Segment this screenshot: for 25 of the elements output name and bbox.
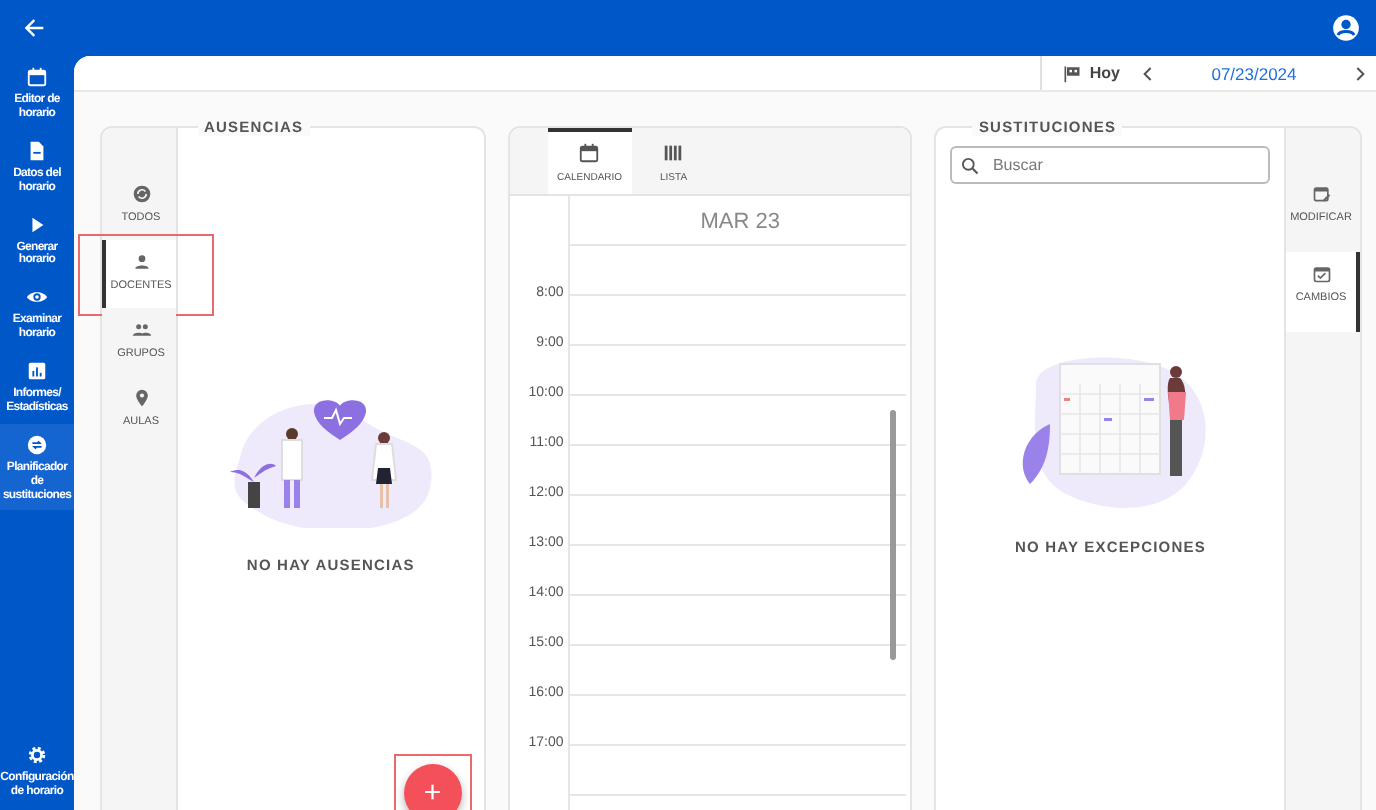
chart-icon [26, 360, 48, 383]
calendar-check-icon [1311, 264, 1331, 284]
settings-icon [26, 744, 48, 767]
next-icon[interactable] [1352, 65, 1368, 81]
circle-arrows-icon [131, 184, 151, 204]
search-icon [960, 155, 981, 175]
calendar-icon [26, 66, 48, 88]
calendar-flag-icon [1061, 63, 1082, 83]
search-field[interactable]: Buscar [950, 146, 1270, 184]
bars-icon [662, 142, 685, 164]
person-icon [131, 252, 151, 272]
account-icon[interactable] [1332, 14, 1360, 42]
group-icon [131, 320, 151, 340]
calendar-edit-icon [1311, 184, 1331, 204]
swap-icon [26, 433, 48, 456]
calendar-icon [578, 142, 601, 164]
today-button[interactable]: Hoy [1039, 56, 1140, 90]
location-pin-icon [131, 388, 151, 408]
date-label[interactable]: 07/23/2024 [1156, 63, 1352, 83]
document-icon [26, 139, 48, 162]
previous-icon[interactable] [1140, 65, 1156, 81]
day-header: MAR 23 [567, 196, 911, 244]
back-arrow-icon[interactable] [20, 14, 48, 42]
scrollbar[interactable] [890, 410, 897, 660]
play-icon [26, 213, 48, 236]
